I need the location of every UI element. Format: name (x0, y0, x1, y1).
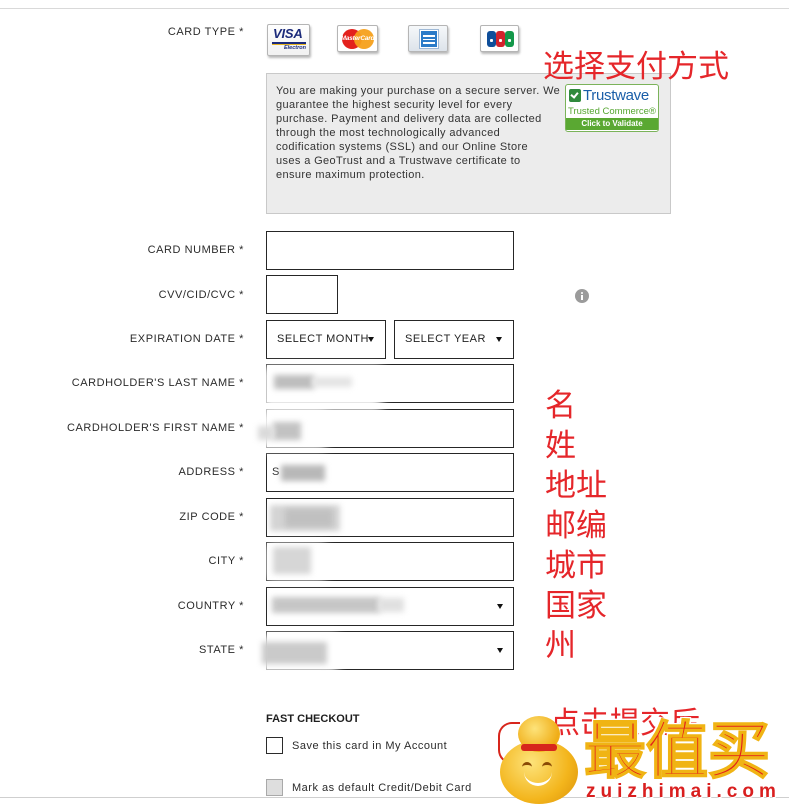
chevron-down-icon (496, 337, 502, 342)
state-select[interactable] (266, 631, 514, 670)
chevron-down-icon (368, 337, 374, 342)
expiration-month-select[interactable]: SELECT MONTH (266, 320, 386, 359)
state-label: STATE * (198, 644, 244, 656)
jcb-blue-bar (487, 31, 496, 47)
default-card-label[interactable]: Mark as default Credit/Debit Card (292, 781, 472, 795)
annotation-choose-payment: 选择支付方式 (543, 49, 729, 85)
mastercard-wordmark: MasterCard (340, 35, 375, 42)
visa-wordmark: VISA (273, 26, 303, 41)
jcb-green-bar (505, 31, 514, 47)
year-select-value: SELECT YEAR (405, 333, 486, 345)
month-select-value: SELECT MONTH (277, 333, 369, 345)
annotation-field: 姓 (545, 428, 576, 464)
payment-form-page: CARD TYPE * VISA Electron MasterCard You… (0, 0, 789, 804)
city-label: CITY * (208, 555, 244, 567)
card-number-label: CARD NUMBER * (147, 244, 244, 256)
trustwave-logo-icon (569, 89, 581, 102)
fast-checkout-heading: FAST CHECKOUT (266, 713, 360, 725)
secure-server-notice: You are making your purchase on a secure… (266, 73, 671, 214)
zip-code-label: ZIP CODE * (179, 511, 244, 523)
address-label: ADDRESS * (178, 466, 244, 478)
save-card-label[interactable]: Save this card in My Account (292, 739, 447, 753)
seal-header: Trustwave (566, 85, 658, 106)
annotation-field: 地址 (545, 468, 607, 504)
chevron-down-icon (497, 648, 503, 653)
card-number-input[interactable] (266, 231, 514, 270)
city-input[interactable] (266, 542, 514, 581)
info-icon-dot (581, 292, 583, 294)
seal-validate-link[interactable]: Click to Validate (566, 118, 658, 130)
cvv-label: CVV/CID/CVC * (158, 289, 244, 301)
expiration-year-select[interactable]: SELECT YEAR (394, 320, 514, 359)
country-label: COUNTRY * (177, 600, 244, 612)
mascot-eye (522, 762, 532, 768)
first-name-label: CARDHOLDER'S FIRST NAME * (66, 422, 244, 434)
jcb-icon[interactable] (480, 25, 519, 52)
check-icon (570, 90, 579, 99)
seal-tagline: Trusted Commerce® (568, 106, 656, 117)
first-name-input[interactable] (266, 409, 514, 448)
expiration-date-label: EXPIRATION DATE * (129, 333, 244, 345)
zip-code-input[interactable] (266, 498, 514, 537)
address-value: S (272, 466, 280, 478)
jcb-mark (508, 39, 511, 42)
info-icon-bar (581, 295, 583, 300)
amex-mark-line (423, 42, 435, 44)
visa-electron-wordmark: Electron (283, 45, 306, 51)
last-name-input[interactable] (266, 364, 514, 403)
annotation-field: 国家 (545, 588, 607, 624)
annotation-field: 邮编 (545, 508, 607, 544)
chevron-down-icon (497, 604, 503, 609)
top-divider (0, 8, 789, 9)
watermark-logo-text: 最值买 (583, 714, 771, 787)
gourd-mascot-icon (496, 714, 584, 804)
amex-mark-line (423, 38, 435, 40)
mascot-eye (542, 762, 552, 768)
jcb-mark (490, 39, 493, 42)
amex-blue-box (420, 30, 438, 48)
trustwave-seal[interactable]: Trustwave Trusted Commerce® Click to Val… (565, 84, 659, 132)
seal-brand: Trustwave (583, 87, 649, 104)
amex-mark-line (423, 35, 435, 37)
country-select[interactable] (266, 587, 514, 626)
visa-electron-icon[interactable]: VISA Electron (267, 24, 310, 56)
mastercard-icon[interactable]: MasterCard (337, 25, 378, 52)
mascot-band (521, 744, 557, 751)
annotation-field: 名 (545, 388, 576, 424)
cvv-input[interactable] (266, 275, 338, 314)
jcb-red-bar (496, 31, 505, 47)
annotation-field: 城市 (545, 548, 607, 584)
info-icon[interactable] (575, 289, 589, 303)
annotation-field: 州 (545, 628, 576, 664)
american-express-icon[interactable] (408, 25, 448, 52)
jcb-mark (499, 39, 502, 42)
default-card-checkbox[interactable] (266, 779, 283, 796)
address-input[interactable]: S (266, 453, 514, 492)
card-type-label: CARD TYPE * (167, 26, 244, 38)
last-name-label: CARDHOLDER'S LAST NAME * (71, 377, 244, 389)
watermark-domain: zuizhimai.com (586, 781, 781, 802)
save-card-checkbox[interactable] (266, 737, 283, 754)
secure-notice-text: You are making your purchase on a secure… (276, 85, 561, 181)
annotation-field-list: 名 姓 地址 邮编 城市 国家 州 (545, 386, 607, 666)
